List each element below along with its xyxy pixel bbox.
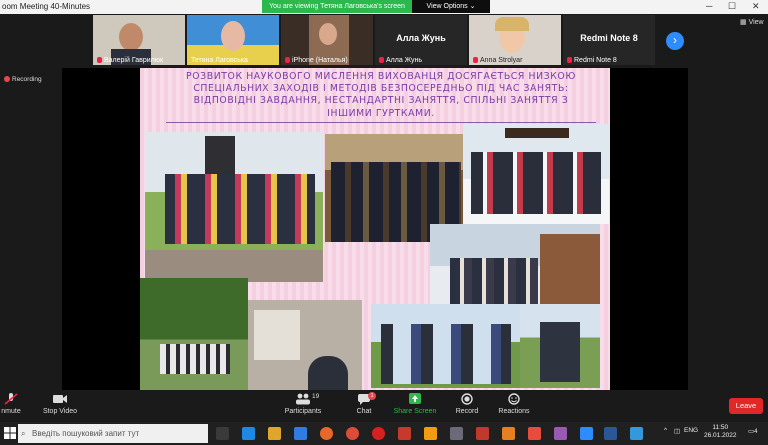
slide-photo: [145, 132, 323, 282]
app-icon[interactable]: [502, 427, 515, 440]
meeting-toolbar: nmute Stop Video Participants 19 Chat 1 …: [0, 390, 768, 422]
participant-name: Алла Жунь: [386, 57, 423, 64]
slide-photo: [520, 304, 600, 388]
language-indicator[interactable]: ENG: [684, 427, 698, 434]
app-icon[interactable]: [630, 427, 643, 440]
video-camera-icon: [53, 395, 67, 403]
window-title: oom Meeting 40-Minutes: [2, 2, 91, 11]
participant-tile[interactable]: Валерій Гаврилюк: [93, 15, 185, 65]
shared-screen: РОЗВИТОК НАУКОВОГО МИСЛЕННЯ ВИХОВАНЦЯ ДО…: [62, 68, 688, 390]
participant-tile[interactable]: Тетяна Лаговська: [187, 15, 279, 65]
participant-name: Anna Strolyar: [480, 57, 523, 64]
participants-button[interactable]: Participants 19: [282, 393, 324, 415]
network-icon[interactable]: ◫: [674, 427, 680, 435]
file-explorer-icon[interactable]: [268, 427, 281, 440]
smiley-icon: [508, 393, 520, 405]
title-underline: [166, 122, 596, 123]
chevron-right-icon: ›: [673, 33, 677, 47]
search-icon: ⌕: [21, 429, 26, 438]
pdf-icon[interactable]: [398, 427, 411, 440]
participant-name: iPhone (Наталья): [292, 57, 348, 64]
tray-chevron-icon[interactable]: ^: [664, 427, 667, 434]
slide-photo: [248, 300, 362, 390]
people-icon: [296, 393, 310, 405]
notification-count: 4: [754, 429, 758, 435]
mic-muted-icon: [4, 393, 18, 405]
record-icon: [461, 393, 473, 405]
zoom-icon[interactable]: [580, 427, 593, 440]
record-dot-icon: [4, 76, 10, 82]
slide-photo: [140, 278, 248, 390]
mic-muted-icon: [285, 57, 290, 63]
chat-badge: 1: [368, 392, 376, 400]
unmute-button[interactable]: nmute: [0, 393, 22, 415]
share-screen-button[interactable]: Share Screen: [392, 393, 438, 415]
view-button[interactable]: ▦ View: [740, 18, 764, 26]
stop-video-button[interactable]: Stop Video: [40, 393, 80, 415]
app-icon[interactable]: [528, 427, 541, 440]
next-page-button[interactable]: ›: [666, 32, 684, 50]
participant-name: Валерій Гаврилюк: [104, 57, 164, 64]
participant-name: Redmi Note 8: [574, 57, 617, 64]
minimize-icon[interactable]: ─: [706, 1, 712, 11]
edge-icon[interactable]: [242, 427, 255, 440]
windows-start-icon[interactable]: [4, 427, 16, 439]
maximize-icon[interactable]: ☐: [728, 1, 736, 12]
participant-tile[interactable]: iPhone (Наталья): [281, 15, 373, 65]
participant-name-large: Redmi Note 8: [580, 33, 638, 43]
share-screen-icon: [409, 393, 421, 404]
view-options-button[interactable]: View Options ⌄: [412, 0, 490, 13]
firefox-icon[interactable]: [320, 427, 333, 440]
participant-tile[interactable]: Алла Жунь Алла Жунь: [375, 15, 467, 65]
mic-muted-icon: [567, 57, 572, 63]
participants-count: 19: [312, 393, 320, 400]
zoom-window: oom Meeting 40-Minutes You are viewing Т…: [0, 0, 768, 445]
task-view-icon[interactable]: [216, 427, 229, 440]
title-bar: oom Meeting 40-Minutes You are viewing Т…: [0, 0, 768, 14]
participant-name: Тетяна Лаговська: [191, 57, 248, 64]
slide-photo: [463, 124, 609, 224]
participant-name-large: Алла Жунь: [396, 33, 446, 43]
taskbar-search-input[interactable]: ⌕ Введіть пошуковий запит тут: [18, 424, 208, 443]
record-button[interactable]: Record: [454, 393, 480, 415]
clock[interactable]: 11:50 26.01.2022: [704, 424, 737, 440]
close-icon[interactable]: ✕: [752, 1, 760, 12]
reactions-button[interactable]: Reactions: [496, 393, 532, 415]
slide-title: РОЗВИТОК НАУКОВОГО МИСЛЕННЯ ВИХОВАНЦЯ ДО…: [186, 71, 576, 119]
slide-photo: [430, 224, 600, 308]
viewing-banner: You are viewing Тетяна Лаговська's scree…: [262, 0, 412, 13]
recording-indicator[interactable]: Recording: [4, 76, 42, 83]
participant-tile[interactable]: Anna Strolyar: [469, 15, 561, 65]
leave-button[interactable]: Leave: [729, 398, 763, 414]
mic-muted-icon: [473, 57, 478, 63]
presentation-slide: РОЗВИТОК НАУКОВОГО МИСЛЕННЯ ВИХОВАНЦЯ ДО…: [140, 68, 610, 390]
app-icon[interactable]: [450, 427, 463, 440]
store-icon[interactable]: [294, 427, 307, 440]
participant-video: [319, 23, 337, 45]
participant-gallery: Валерій Гаврилюк Тетяна Лаговська iPhone…: [0, 14, 768, 66]
app-icon[interactable]: [554, 427, 567, 440]
slide-photo: [371, 304, 521, 388]
opera-icon[interactable]: [372, 427, 385, 440]
windows-taskbar: ⌕ Введіть пошуковий запит тут ^ ◫ ENG 11…: [0, 422, 768, 445]
app-icon[interactable]: [476, 427, 489, 440]
chrome-icon[interactable]: [346, 427, 359, 440]
mic-muted-icon: [379, 57, 384, 63]
chat-button[interactable]: Chat 1: [352, 392, 376, 415]
notification-icon[interactable]: ▭4: [748, 427, 758, 435]
mic-muted-icon: [97, 57, 102, 63]
word-icon[interactable]: [604, 427, 617, 440]
app-icon[interactable]: [424, 427, 437, 440]
participant-tile[interactable]: Redmi Note 8 Redmi Note 8: [563, 15, 655, 65]
grid-icon: ▦: [740, 19, 749, 26]
participant-video: [221, 21, 245, 51]
participant-video: [119, 23, 143, 51]
